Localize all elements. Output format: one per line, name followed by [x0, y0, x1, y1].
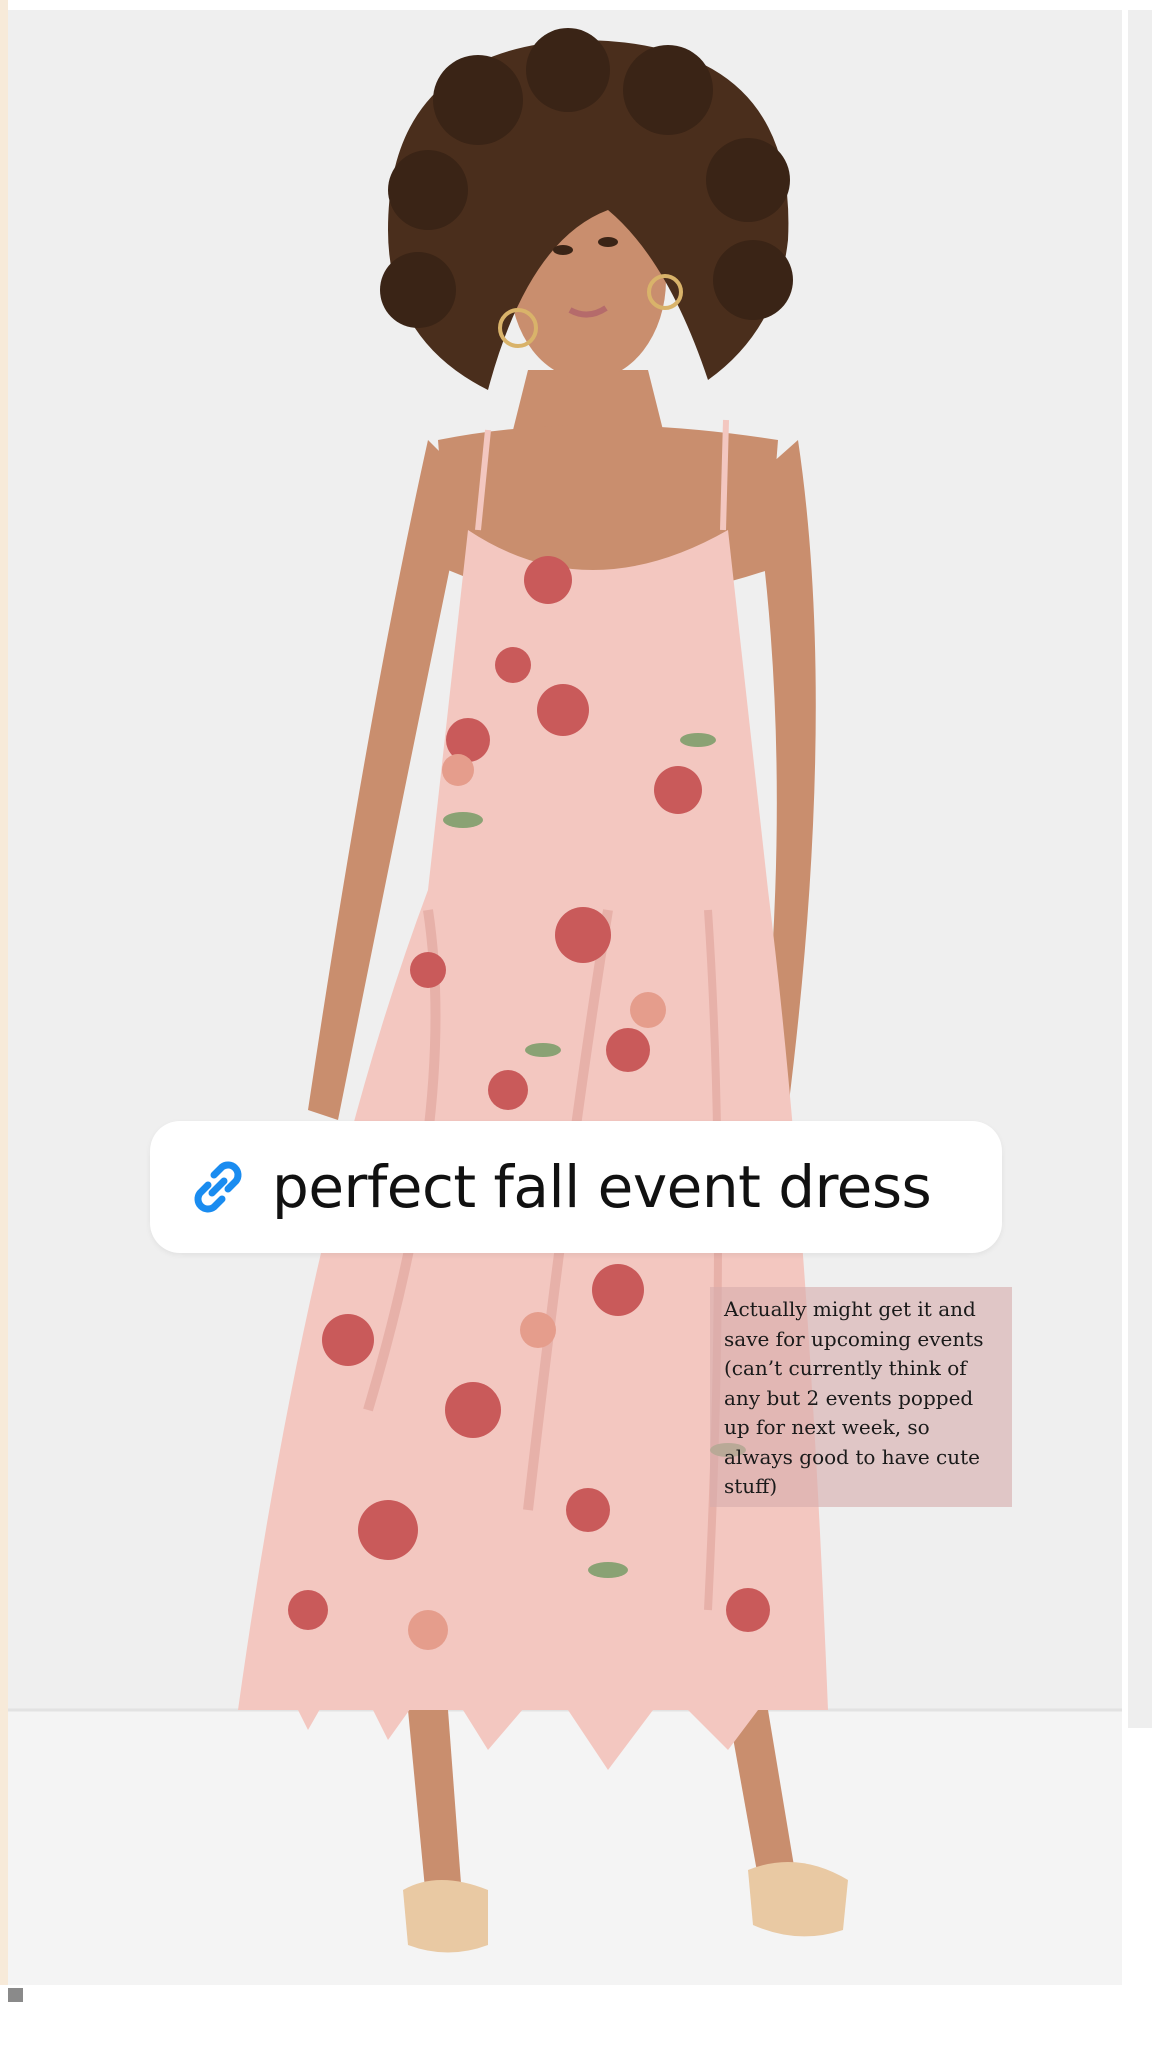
story-photo [8, 10, 1122, 1985]
left-edge-strip [0, 0, 8, 1985]
next-story-edge-floor [1128, 1728, 1152, 1985]
top-margin [0, 0, 1152, 10]
scroll-indicator [8, 1988, 23, 2002]
link-sticker-label: perfect fall event dress [272, 1153, 932, 1221]
link-icon [194, 1161, 242, 1213]
caption-note: Actually might get it and save for upcom… [710, 1287, 1012, 1507]
next-story-edge[interactable] [1128, 10, 1152, 1728]
link-sticker[interactable]: perfect fall event dress [150, 1121, 1002, 1253]
model-photo-illustration [8, 10, 1122, 1985]
